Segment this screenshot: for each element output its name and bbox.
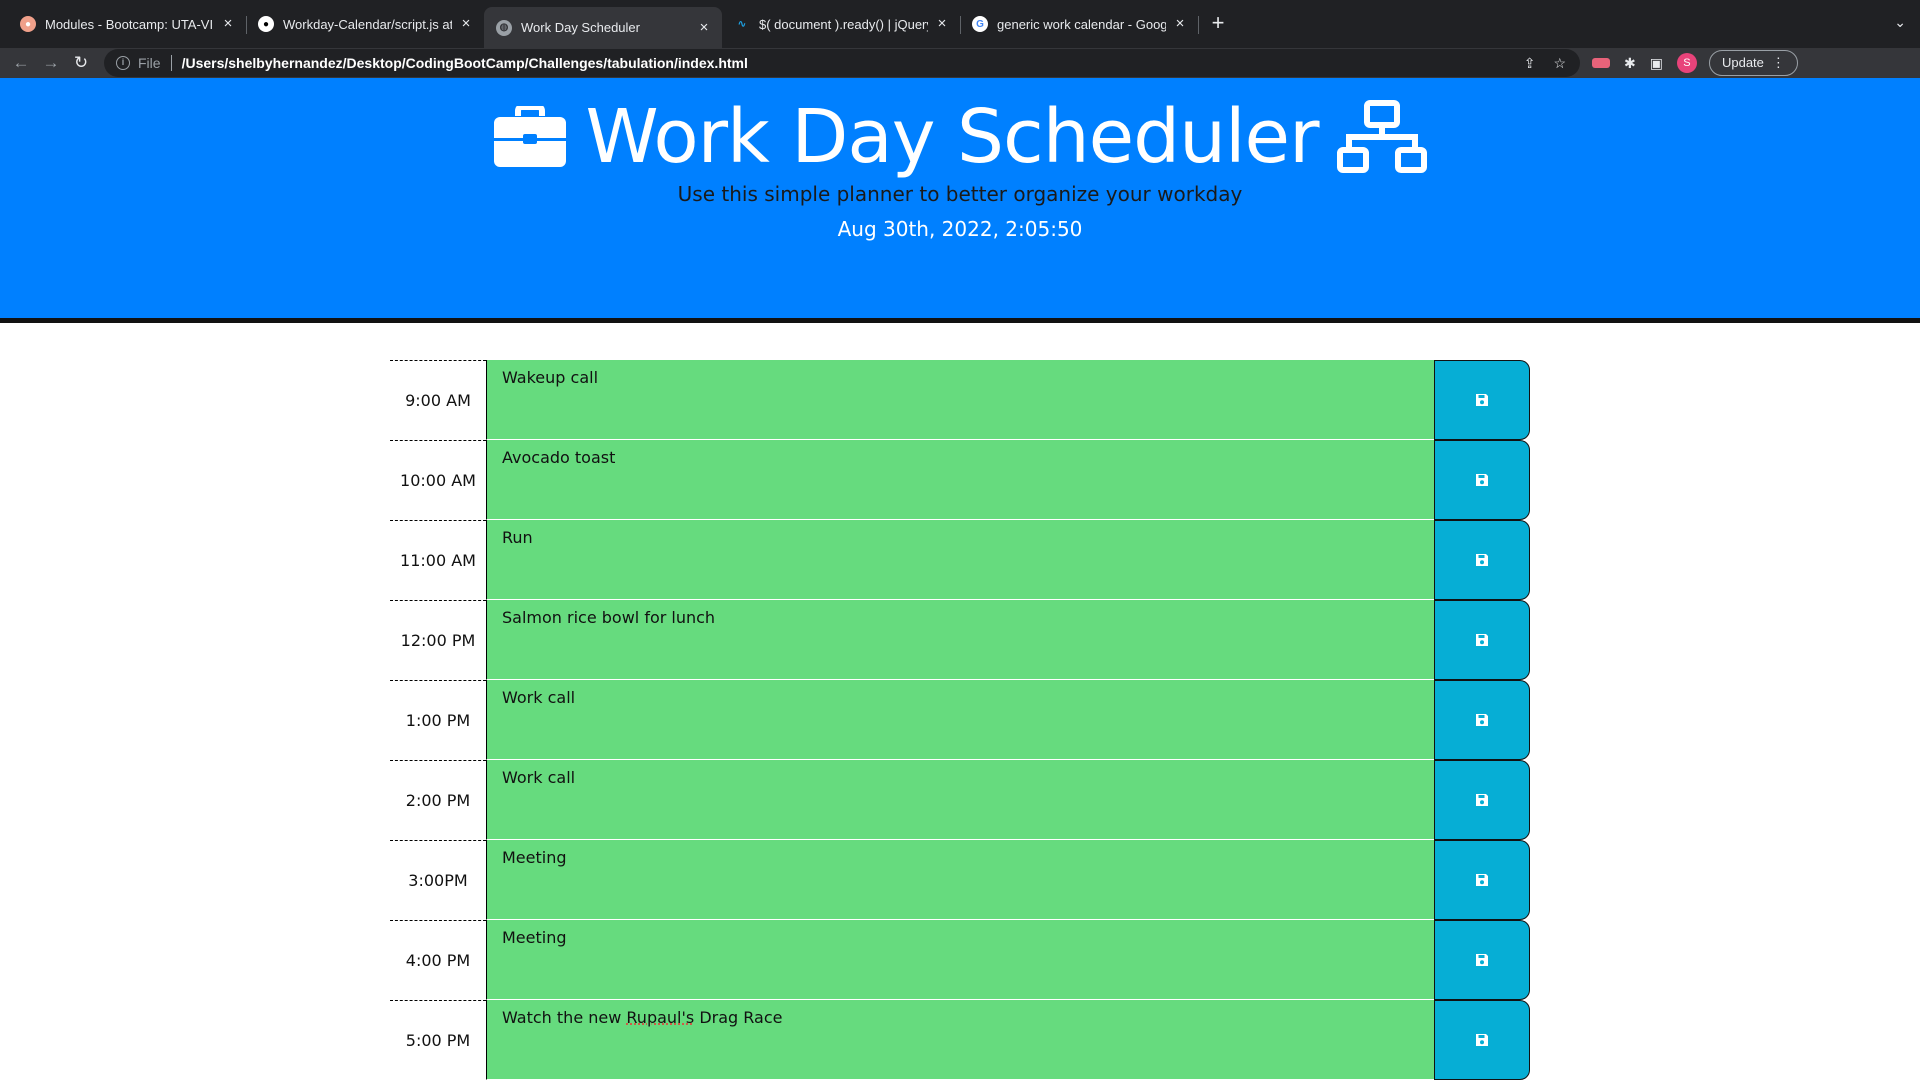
browser-tab-strip: ● Modules - Bootcamp: UTA-VIR × ● Workda… (0, 0, 1920, 48)
description-textarea[interactable]: Work call (486, 760, 1434, 840)
description-textarea[interactable]: Meeting (486, 840, 1434, 920)
description-textarea[interactable]: Salmon rice bowl for lunch (486, 600, 1434, 680)
puzzle-icon[interactable]: ✱ (1624, 55, 1636, 72)
canvas-icon: ● (20, 16, 36, 32)
description-textarea[interactable]: Meeting (486, 920, 1434, 1000)
page-title: Work Day Scheduler (585, 94, 1319, 180)
hour-label: 10:00 AM (390, 440, 486, 520)
forward-arrow-icon[interactable]: → (36, 48, 66, 78)
save-button[interactable] (1434, 520, 1530, 600)
save-button[interactable] (1434, 680, 1530, 760)
time-block-list: 9:00 AM Wakeup call 10:00 AM Avocado toa… (390, 360, 1530, 1080)
kebab-menu-icon[interactable]: ⋮ (1772, 51, 1785, 75)
save-button[interactable] (1434, 1000, 1530, 1080)
floppy-disk-icon (1476, 394, 1488, 406)
share-icon[interactable]: ⇪ (1524, 55, 1536, 72)
github-icon: ● (258, 16, 274, 32)
hour-label: 5:00 PM (390, 1000, 486, 1080)
update-label: Update (1721, 55, 1764, 70)
floppy-disk-icon (1476, 794, 1488, 806)
save-button[interactable] (1434, 920, 1530, 1000)
address-bar[interactable]: i File /Users/shelbyhernandez/Desktop/Co… (104, 49, 1580, 77)
close-icon[interactable]: × (458, 16, 474, 32)
save-button[interactable] (1434, 360, 1530, 440)
tab-title: Modules - Bootcamp: UTA-VIR (45, 16, 214, 32)
save-button[interactable] (1434, 840, 1530, 920)
time-block-15: 3:00PM Meeting (390, 840, 1530, 920)
globe-icon: ◍ (496, 19, 512, 36)
floppy-disk-icon (1476, 714, 1488, 726)
time-block-12: 12:00 PM Salmon rice bowl for lunch (390, 600, 1530, 680)
hour-label: 1:00 PM (390, 680, 486, 760)
time-block-9: 9:00 AM Wakeup call (390, 360, 1530, 440)
hour-label: 9:00 AM (390, 360, 486, 440)
tab-title: generic work calendar - Google (997, 16, 1166, 32)
description-textarea[interactable]: Avocado toast (486, 440, 1434, 520)
tab-jquery-ready[interactable]: ∿ $( document ).ready() | jQuery × (722, 7, 961, 41)
jquery-icon: ∿ (737, 18, 747, 30)
tab-title: Work Day Scheduler (521, 20, 640, 35)
hour-label: 11:00 AM (390, 520, 486, 600)
close-icon[interactable]: × (934, 16, 950, 32)
floppy-disk-icon (1476, 1034, 1488, 1046)
hour-label: 4:00 PM (390, 920, 486, 1000)
floppy-disk-icon (1476, 954, 1488, 966)
tab-modules-bootcamp[interactable]: ● Modules - Bootcamp: UTA-VIR × (8, 7, 247, 41)
tab-title: $( document ).ready() | jQuery (759, 16, 928, 32)
page-subtitle: Use this simple planner to better organi… (677, 182, 1243, 206)
extension-icon[interactable] (1592, 58, 1610, 68)
avatar[interactable]: S (1676, 53, 1697, 73)
google-icon: G (972, 16, 988, 32)
chevron-down-icon[interactable]: ⌄ (1894, 14, 1906, 31)
update-button[interactable]: Update ⋮ (1708, 50, 1798, 76)
tab-work-day-scheduler[interactable]: ◍ Work Day Scheduler × (484, 7, 722, 48)
new-tab-button[interactable]: + (1204, 10, 1232, 38)
back-arrow-icon[interactable]: ← (6, 48, 36, 78)
description-textarea[interactable]: Run (486, 520, 1434, 600)
hour-label: 2:00 PM (390, 760, 486, 840)
close-icon[interactable]: × (220, 16, 236, 32)
floppy-disk-icon (1476, 554, 1488, 566)
save-button[interactable] (1434, 600, 1530, 680)
time-block-17: 5:00 PM Watch the new Rupaul's Drag Race (390, 1000, 1530, 1080)
tab-google-search[interactable]: G generic work calendar - Google × (960, 7, 1199, 41)
description-textarea[interactable]: Wakeup call (486, 360, 1434, 440)
floppy-disk-icon (1476, 474, 1488, 486)
side-panel-icon[interactable]: ▣ (1650, 55, 1663, 72)
info-icon[interactable]: i (116, 56, 130, 70)
save-button[interactable] (1434, 440, 1530, 520)
hour-label: 12:00 PM (390, 600, 486, 680)
browser-toolbar: ← → ↻ i File /Users/shelbyhernandez/Desk… (0, 48, 1920, 78)
description-textarea[interactable]: Work call (486, 680, 1434, 760)
description-textarea[interactable]: Watch the new Rupaul's Drag Race (486, 1000, 1434, 1080)
reload-icon[interactable]: ↻ (66, 48, 96, 78)
current-day: Aug 30th, 2022, 2:05:50 (837, 217, 1083, 241)
save-button[interactable] (1434, 760, 1530, 840)
floppy-disk-icon (1476, 874, 1488, 886)
time-block-13: 1:00 PM Work call (390, 680, 1530, 760)
sitemap-icon (1336, 100, 1427, 173)
time-block-11: 11:00 AM Run (390, 520, 1530, 600)
time-block-10: 10:00 AM Avocado toast (390, 440, 1530, 520)
tab-github-script[interactable]: ● Workday-Calendar/script.js at × (246, 7, 484, 41)
time-block-14: 2:00 PM Work call (390, 760, 1530, 840)
tab-title: Workday-Calendar/script.js at (283, 16, 452, 32)
hour-label: 3:00PM (390, 840, 486, 920)
url-text[interactable]: /Users/shelbyhernandez/Desktop/CodingBoo… (182, 55, 748, 71)
close-icon[interactable]: × (696, 19, 712, 36)
header-jumbotron: Work Day Scheduler Use this simple plann… (0, 78, 1920, 323)
floppy-disk-icon (1476, 634, 1488, 646)
time-block-16: 4:00 PM Meeting (390, 920, 1530, 1000)
scheme-label: File (138, 55, 161, 71)
bookmark-star-icon[interactable]: ☆ (1553, 55, 1566, 72)
page-title-row: Work Day Scheduler (0, 100, 1920, 174)
misspelled-word: Rupaul's (626, 1008, 695, 1027)
briefcase-icon (494, 106, 567, 167)
close-icon[interactable]: × (1172, 16, 1188, 32)
